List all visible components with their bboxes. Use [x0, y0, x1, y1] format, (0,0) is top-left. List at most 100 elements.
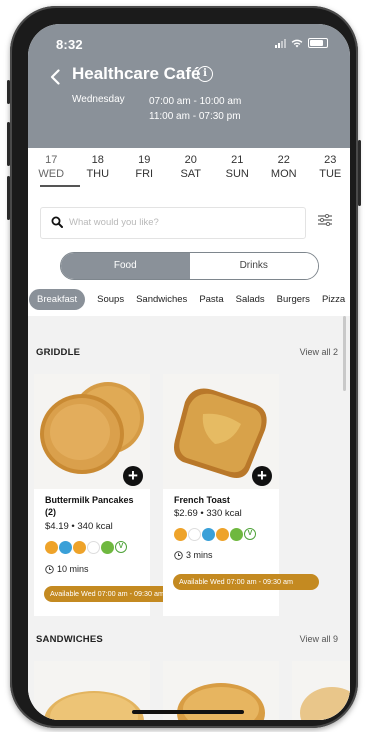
date-number: 20: [184, 154, 197, 166]
item-image: [292, 661, 350, 720]
date-17[interactable]: 17 WED: [28, 150, 80, 190]
search-icon: [51, 216, 63, 228]
menu-item-card[interactable]: [292, 661, 350, 720]
category-pizza[interactable]: Pizza: [322, 294, 345, 305]
dietary-badge-icon: [216, 528, 229, 541]
drinks-tab[interactable]: Drinks: [189, 253, 318, 279]
item-name: Buttermilk Pancakes (2): [45, 495, 134, 517]
availability-badge: Available Wed 07:00 am - 09:30 am: [173, 574, 319, 590]
vegetarian-icon: V: [115, 541, 127, 553]
hours-day: Wednesday: [72, 94, 125, 105]
info-icon[interactable]: i: [197, 66, 213, 82]
category-salads[interactable]: Salads: [236, 294, 265, 305]
prep-time: 10 mins: [45, 564, 89, 574]
volume-down-button: [7, 176, 10, 220]
date-day: SAT: [180, 168, 202, 180]
mute-switch: [7, 80, 10, 104]
category-soups[interactable]: Soups: [97, 294, 124, 305]
search-input[interactable]: [69, 208, 299, 236]
dietary-badge-icon: [230, 528, 243, 541]
dietary-badge-icon: [73, 541, 86, 554]
dietary-badge-icon: [45, 541, 58, 554]
dietary-badges: V: [45, 541, 127, 554]
item-name: French Toast: [174, 495, 230, 505]
sandwich-image: [300, 687, 350, 720]
status-time: 8:32: [56, 37, 83, 52]
filter-icon[interactable]: [318, 214, 332, 226]
app-screen: 8:32 Healthcare Café i Wednesday 07:00 a…: [28, 24, 350, 720]
view-all-sandwiches[interactable]: View all 9: [300, 634, 338, 644]
date-22[interactable]: 22 MON: [261, 150, 308, 190]
volume-up-button: [7, 122, 10, 166]
date-number: 18: [91, 154, 104, 166]
date-number: 17: [45, 154, 58, 166]
dietary-badge-icon: [174, 528, 187, 541]
chevron-left-icon: [50, 69, 60, 85]
add-item-button[interactable]: +: [252, 466, 272, 486]
dietary-badge-icon: [101, 541, 114, 554]
date-number: 19: [138, 154, 151, 166]
page-title: Healthcare Café: [72, 64, 201, 83]
category-pasta[interactable]: Pasta: [199, 294, 223, 305]
date-selector: 17 WED 18 THU 19 FRI 20 SAT 21 SUN 22 MON 23 T…: [28, 150, 350, 190]
date-day: FRI: [135, 168, 154, 180]
menu-item-card[interactable]: + French Toast $2.69 • 330 kcal V 3 mins…: [163, 374, 319, 616]
item-kcal: 340 kcal: [77, 521, 113, 532]
category-tabs: Breakfast Soups Sandwiches Pasta Salads …: [28, 287, 350, 311]
clock-icon: [45, 564, 54, 574]
category-breakfast[interactable]: Breakfast: [29, 288, 86, 310]
prep-time-value: 3 mins: [186, 550, 213, 560]
home-indicator: [132, 710, 244, 714]
dietary-badge-icon: [87, 541, 100, 554]
date-18[interactable]: 18 THU: [75, 150, 122, 190]
hours-slot: 07:00 am - 10:00 am: [149, 96, 242, 107]
date-number: 21: [231, 154, 244, 166]
section-title-sandwiches: SANDWICHES: [36, 634, 103, 645]
prep-time-value: 10 mins: [57, 564, 89, 574]
date-number: 23: [324, 154, 337, 166]
search-box: [40, 207, 306, 239]
dietary-badge-icon: [59, 541, 72, 554]
clock-icon: [174, 550, 183, 560]
dietary-badges: V: [174, 528, 256, 541]
date-23[interactable]: 23 TUE: [307, 150, 350, 190]
availability-badge: Available Wed 07:00 am - 09:30 am: [44, 586, 180, 602]
date-day: SUN: [225, 168, 249, 180]
dietary-badge-icon: [202, 528, 215, 541]
status-icons: [275, 38, 328, 48]
power-button: [358, 140, 361, 206]
battery-icon: [308, 38, 328, 48]
date-20[interactable]: 20 SAT: [168, 150, 215, 190]
item-kcal: 330 kcal: [206, 508, 242, 519]
category-burgers[interactable]: Burgers: [277, 294, 310, 305]
item-price-line: $4.19 • 340 kcal: [45, 521, 113, 532]
header: 8:32 Healthcare Café i Wednesday 07:00 a…: [28, 24, 350, 148]
back-button[interactable]: [44, 66, 66, 88]
hours-slot: 11:00 am - 07:30 pm: [149, 111, 241, 122]
hours-list: 07:00 am - 10:00 am 11:00 am - 07:30 pm: [149, 94, 241, 124]
item-price: $4.19: [45, 521, 69, 532]
menu-item-card[interactable]: + Buttermilk Pancakes (2) $4.19 • 340 kc…: [34, 374, 180, 616]
view-all-griddle[interactable]: View all 2: [300, 347, 338, 357]
item-price: $2.69: [174, 508, 198, 519]
item-price-line: $2.69 • 330 kcal: [174, 508, 242, 519]
menu-content: GRIDDLE View all 2 + Buttermilk Pancakes…: [28, 316, 350, 720]
dietary-badge-icon: [188, 528, 201, 541]
section-title-griddle: GRIDDLE: [36, 347, 81, 358]
add-item-button[interactable]: +: [123, 466, 143, 486]
vegetarian-icon: V: [244, 528, 256, 540]
wifi-icon: [291, 39, 303, 47]
date-number: 22: [277, 154, 290, 166]
date-day: MON: [270, 168, 297, 180]
date-19[interactable]: 19 FRI: [121, 150, 168, 190]
date-21[interactable]: 21 SUN: [214, 150, 261, 190]
category-sandwiches[interactable]: Sandwiches: [136, 294, 187, 305]
prep-time: 3 mins: [174, 550, 213, 560]
signal-icon: [275, 38, 286, 48]
selected-date-underline: [40, 185, 80, 187]
date-day: TUE: [319, 168, 342, 180]
scrollbar[interactable]: [343, 316, 346, 391]
food-tab[interactable]: Food: [61, 253, 190, 279]
food-drinks-toggle: Food Drinks: [60, 252, 319, 280]
date-day: WED: [38, 168, 65, 180]
